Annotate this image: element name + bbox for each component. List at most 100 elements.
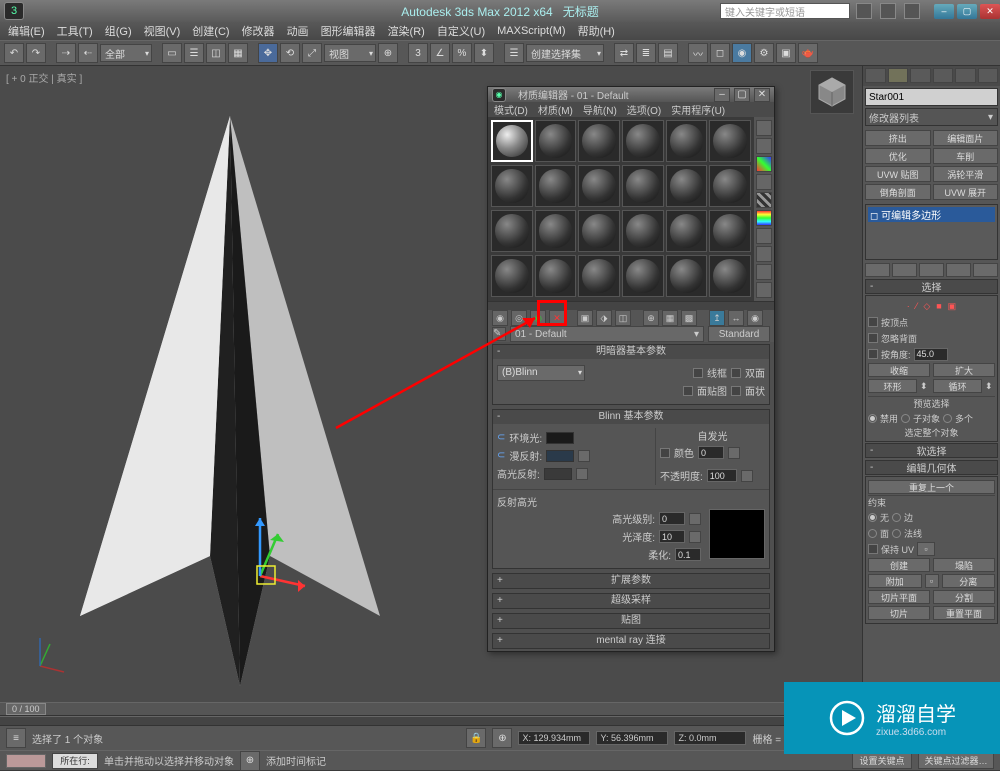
me-slot-23[interactable] — [666, 255, 708, 297]
ref-coord-system[interactable]: 视图 — [324, 44, 376, 62]
render-setup-button[interactable]: ⚙ — [754, 43, 774, 63]
maximize-button[interactable]: ▢ — [957, 4, 977, 19]
add-time-tag[interactable]: 添加时间标记 — [266, 753, 326, 768]
btn-create[interactable]: 创建 — [868, 558, 930, 572]
me-map-gloss[interactable] — [689, 531, 701, 543]
me-rollout-ss-hdr[interactable]: 超级采样 — [493, 594, 769, 608]
me-side-slots[interactable] — [756, 282, 772, 298]
question-icon[interactable] — [904, 3, 920, 19]
me-pick-button[interactable]: ✎ — [492, 327, 506, 341]
subobj-vertex[interactable]: · — [907, 301, 910, 311]
tab-utilities[interactable] — [978, 68, 999, 83]
me-slot-9[interactable] — [578, 165, 620, 207]
material-editor-button[interactable]: ◉ — [732, 43, 752, 63]
selection-filter[interactable]: 全部 — [100, 44, 152, 62]
named-sel-dd[interactable]: 创建选择集 — [526, 44, 604, 62]
mirror-button[interactable]: ⇄ — [614, 43, 634, 63]
me-chk-facemap[interactable] — [683, 386, 693, 396]
tag-btn[interactable]: ⊕ — [240, 751, 260, 771]
me-rollout-mr-hdr[interactable]: mental ray 连接 — [493, 634, 769, 648]
spin-by-angle[interactable]: 45.0 — [914, 348, 948, 361]
me-slot-1[interactable] — [491, 120, 533, 162]
btn-uvwunwrap[interactable]: UVW 展开 — [933, 184, 999, 200]
menu-views[interactable]: 视图(V) — [144, 23, 181, 39]
me-chk-selfillum[interactable] — [660, 448, 670, 458]
me-close-button[interactable]: ✕ — [754, 88, 770, 102]
btn-uvwmap[interactable]: UVW 贴图 — [865, 166, 931, 182]
me-chk-wire[interactable] — [693, 368, 703, 378]
modifier-list[interactable]: 修改器列表 — [865, 108, 998, 126]
star-icon[interactable] — [880, 3, 896, 19]
menu-create[interactable]: 创建(C) — [192, 23, 229, 39]
me-swatch-diffuse[interactable] — [546, 450, 574, 462]
btn-collapse[interactable]: 塌陷 — [933, 558, 995, 572]
layers-button[interactable]: ▤ — [658, 43, 678, 63]
me-tb-show-end[interactable]: ▦ — [662, 310, 678, 326]
me-material-name[interactable]: 01 - Default — [510, 326, 704, 342]
menu-render[interactable]: 渲染(R) — [388, 23, 425, 39]
minimize-button[interactable]: – — [934, 4, 954, 19]
stack-item-editable-poly[interactable]: ◻ 可编辑多边形 — [868, 207, 995, 222]
me-slot-11[interactable] — [666, 165, 708, 207]
modifier-stack[interactable]: ◻ 可编辑多边形 — [865, 204, 998, 260]
select-region-button[interactable]: ◫ — [206, 43, 226, 63]
menu-group[interactable]: 组(G) — [105, 23, 132, 39]
tab-hierarchy[interactable] — [910, 68, 931, 83]
me-rollout-ext-hdr[interactable]: 扩展参数 — [493, 574, 769, 588]
me-swatch-specular[interactable] — [544, 468, 572, 480]
me-side-pattern[interactable] — [756, 192, 772, 208]
menu-animation[interactable]: 动画 — [287, 23, 309, 39]
stack-pin[interactable] — [865, 263, 890, 277]
btn-repeat[interactable]: 重复上一个 — [868, 480, 995, 494]
schematic-button[interactable]: ◻ — [710, 43, 730, 63]
menu-edit[interactable]: 编辑(E) — [8, 23, 45, 39]
me-slot-21[interactable] — [578, 255, 620, 297]
me-slot-3[interactable] — [578, 120, 620, 162]
me-side-backlight[interactable] — [756, 138, 772, 154]
me-side-sample[interactable] — [756, 120, 772, 136]
me-min-button[interactable]: – — [714, 88, 730, 102]
radio-c-face[interactable] — [868, 529, 877, 538]
radio-pv-multi[interactable] — [943, 414, 952, 423]
btn-slice[interactable]: 切片 — [868, 606, 930, 620]
me-menu-util[interactable]: 实用程序(U) — [671, 102, 725, 117]
menu-maxscript[interactable]: MAXScript(M) — [497, 25, 565, 37]
btn-extrude[interactable]: 挤出 — [865, 130, 931, 146]
snap-toggle[interactable]: 3 — [408, 43, 428, 63]
btn-shrink[interactable]: 收缩 — [868, 363, 930, 377]
rollout-edit-geom[interactable]: 编辑几何体 — [865, 460, 998, 475]
me-material-type[interactable]: Standard — [708, 326, 770, 342]
help-icon[interactable] — [856, 3, 872, 19]
me-side-bg[interactable] — [756, 156, 772, 172]
chk-by-angle[interactable] — [868, 349, 878, 359]
me-spin-opacity[interactable]: 100 — [707, 469, 737, 482]
me-map-specular[interactable] — [576, 468, 588, 480]
menu-modifiers[interactable]: 修改器 — [242, 23, 275, 39]
me-tb-get[interactable]: ◉ — [492, 310, 508, 326]
rotate-button[interactable]: ⟲ — [280, 43, 300, 63]
tab-modify[interactable] — [888, 68, 909, 83]
me-tb-nav[interactable]: ◉ — [747, 310, 763, 326]
stack-config[interactable] — [973, 263, 998, 277]
angle-snap[interactable]: ∠ — [430, 43, 450, 63]
me-chk-2side[interactable] — [731, 368, 741, 378]
pivot-button[interactable]: ⊕ — [378, 43, 398, 63]
stack-unique[interactable] — [919, 263, 944, 277]
unlink-button[interactable]: ⇠ — [78, 43, 98, 63]
search-input[interactable]: 键入关键字或短语 — [720, 3, 850, 19]
me-spin-soften[interactable]: 0.1 — [675, 548, 701, 561]
btn-editpatch[interactable]: 编辑面片 — [933, 130, 999, 146]
link-button[interactable]: ⇢ — [56, 43, 76, 63]
me-slot-6[interactable] — [709, 120, 751, 162]
me-side-uv[interactable] — [756, 174, 772, 190]
me-rollout-blinn-hdr[interactable]: Blinn 基本参数 — [493, 410, 769, 424]
redo-button[interactable]: ↷ — [26, 43, 46, 63]
me-tb-show-map[interactable]: ▩ — [681, 310, 697, 326]
me-slot-4[interactable] — [622, 120, 664, 162]
transform-type-in[interactable]: ⊕ — [492, 728, 512, 748]
object-name-field[interactable]: Star001 — [865, 88, 998, 106]
me-side-preview[interactable] — [756, 228, 772, 244]
me-slot-16[interactable] — [622, 210, 664, 252]
move-button[interactable]: ✥ — [258, 43, 278, 63]
menu-graph[interactable]: 图形编辑器 — [321, 23, 376, 39]
